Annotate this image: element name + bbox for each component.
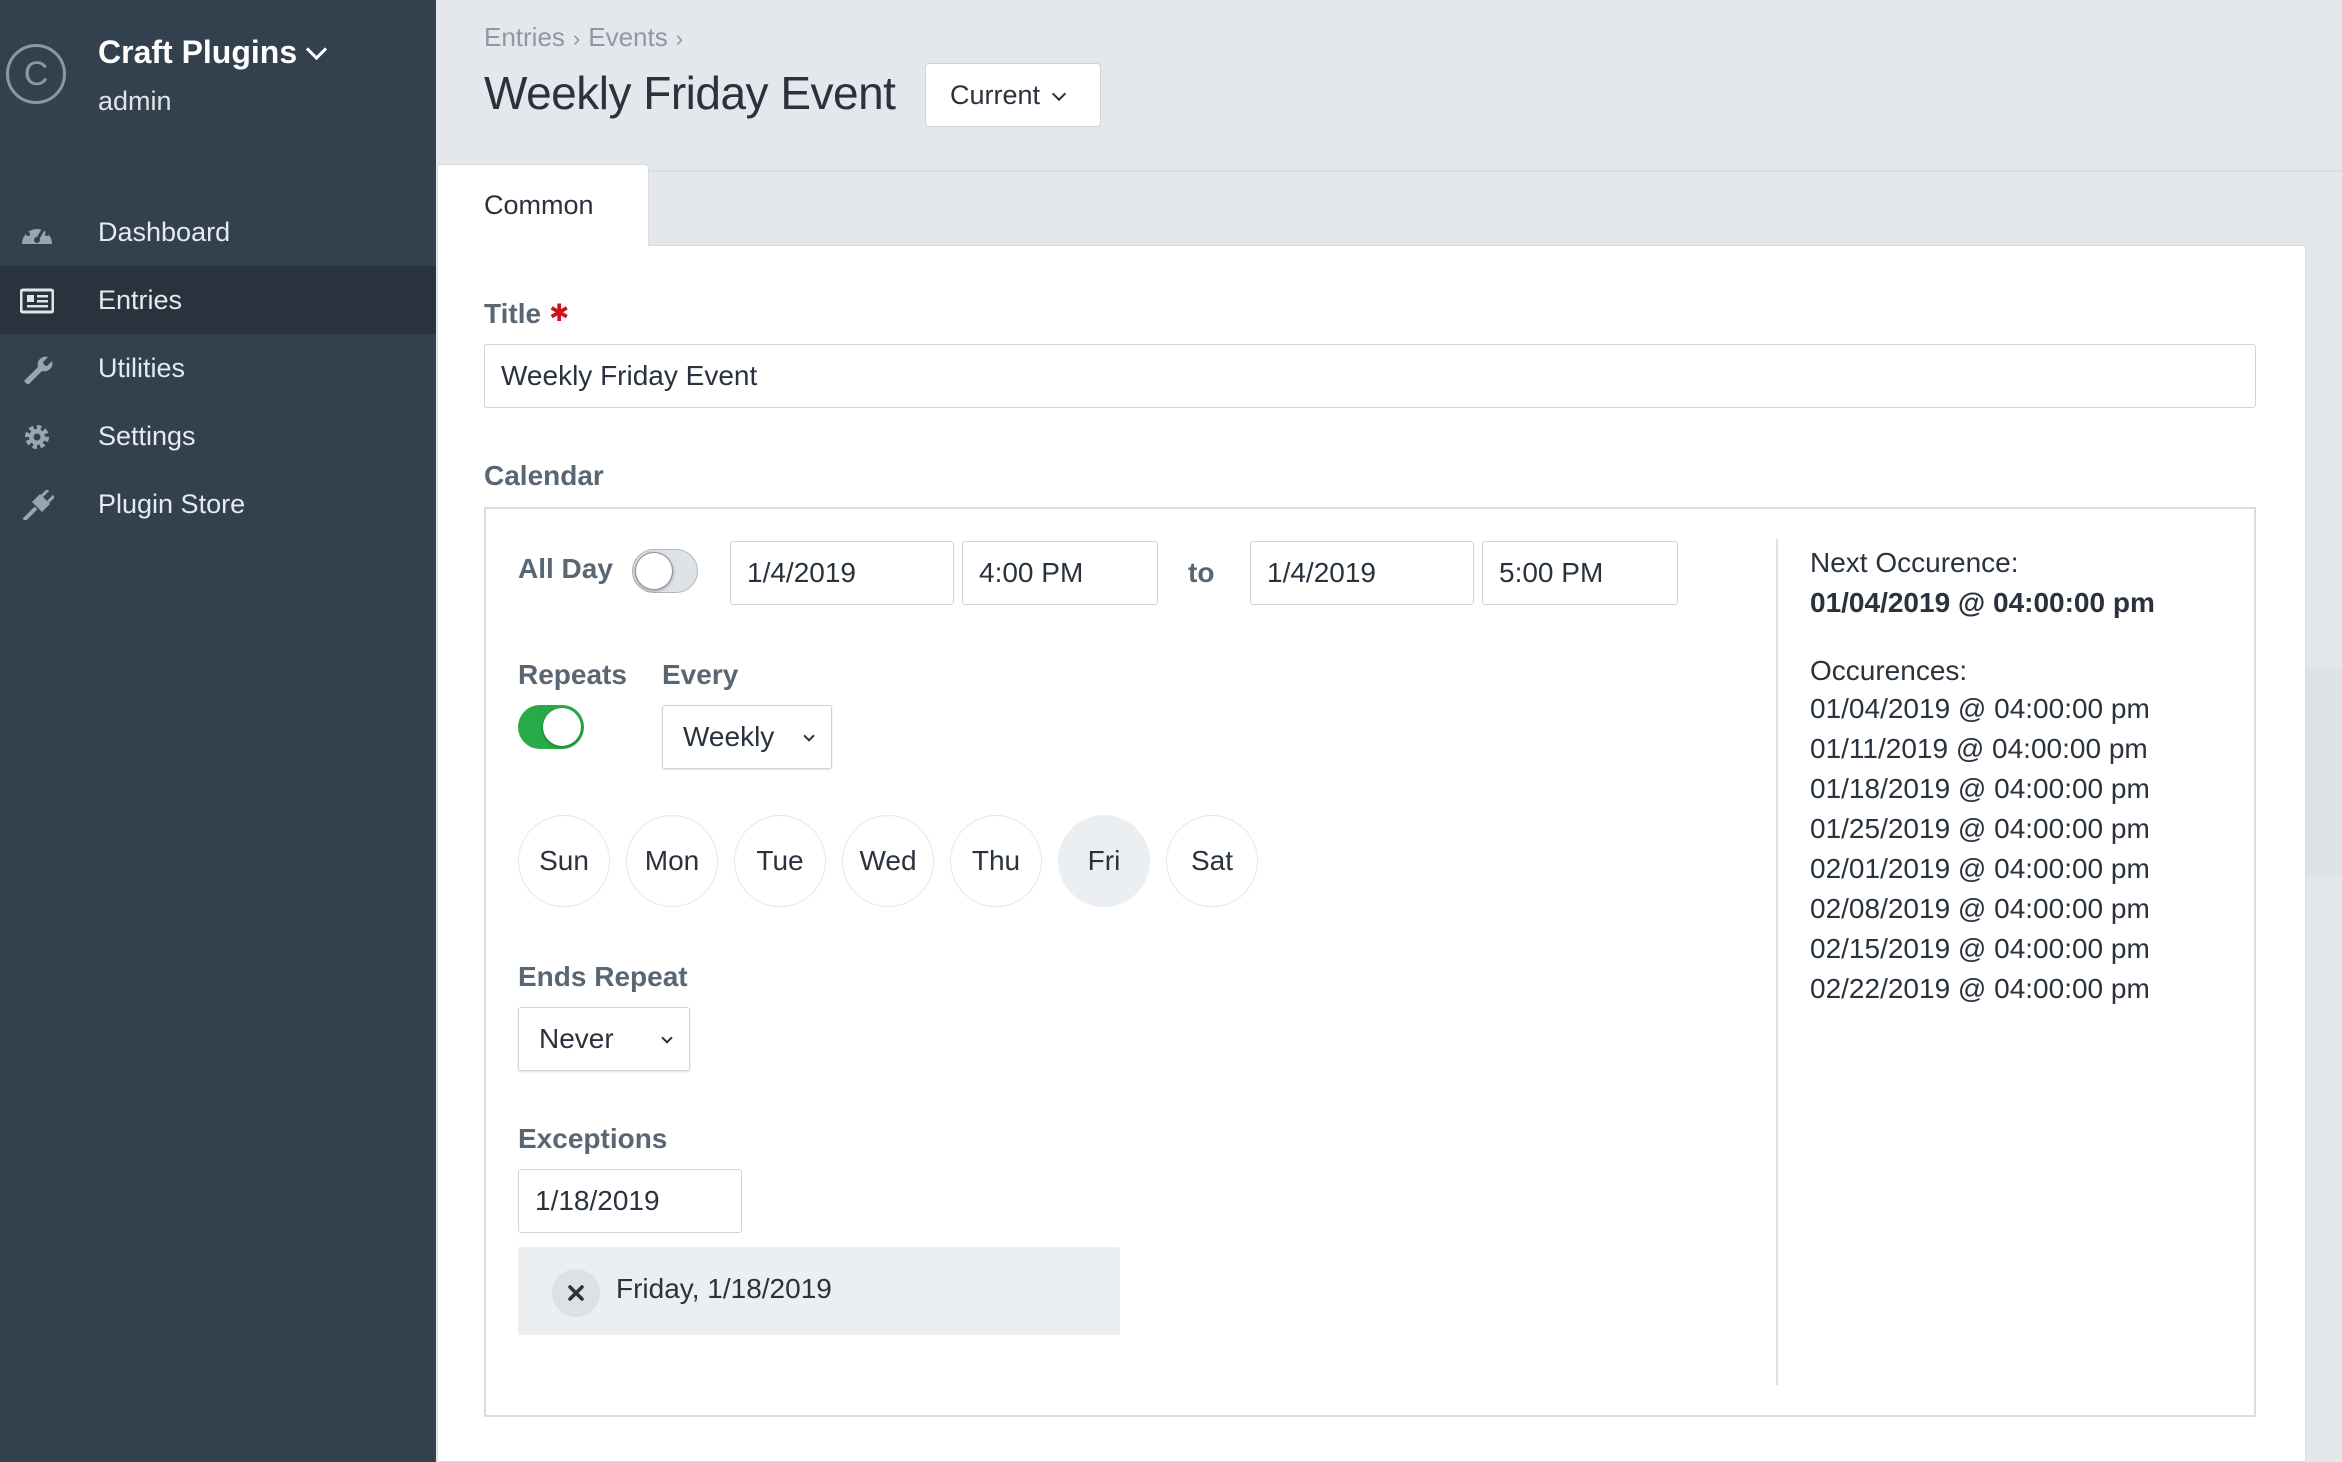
occurrence-item: 02/01/2019 @ 04:00:00 pm — [1810, 853, 2150, 884]
page-title: Weekly Friday Event — [484, 67, 896, 119]
exception-date-input[interactable]: 1/18/2019 — [518, 1169, 742, 1233]
day-tue[interactable]: Tue — [734, 815, 826, 907]
next-occurrence-value: 01/04/2019 @ 04:00:00 pm — [1810, 587, 2155, 618]
tab-bar-border — [436, 170, 2342, 172]
ends-repeat-label: Ends Repeat — [518, 961, 688, 992]
exception-item: Friday, 1/18/2019 — [518, 1247, 1120, 1335]
sidebar-item-settings[interactable]: Settings — [0, 402, 436, 470]
remove-exception-button[interactable] — [552, 1269, 600, 1317]
chevron-down-icon — [306, 38, 328, 61]
calendar-field: All Day 1/4/2019 4:00 PM to 1/4/2019 5:0… — [484, 507, 2256, 1417]
sidebar-item-label: Dashboard — [98, 217, 231, 247]
sidebar-item-label: Entries — [98, 285, 183, 315]
breadcrumb-separator: › — [572, 26, 581, 51]
occurrence-item: 02/15/2019 @ 04:00:00 pm — [1810, 933, 2150, 964]
title-label: Title ✱ — [484, 298, 569, 330]
sidebar-item-label: Utilities — [98, 353, 186, 383]
site-switcher[interactable]: Craft Plugins — [98, 34, 328, 71]
frequency-value: Weekly — [683, 721, 775, 752]
required-icon: ✱ — [549, 300, 570, 327]
exception-label: Friday, 1/18/2019 — [616, 1273, 832, 1304]
start-date-input[interactable]: 1/4/2019 — [730, 541, 954, 605]
day-sun[interactable]: Sun — [518, 815, 610, 907]
occurrences-list: 01/04/2019 @ 04:00:00 pm 01/11/2019 @ 04… — [1810, 689, 2150, 1009]
title-label-text: Title — [484, 298, 542, 329]
ends-repeat-select[interactable]: Never — [518, 1007, 690, 1071]
sidebar-item-utilities[interactable]: Utilities — [0, 334, 436, 402]
start-time-input[interactable]: 4:00 PM — [962, 541, 1158, 605]
day-sat[interactable]: Sat — [1166, 815, 1258, 907]
repeats-toggle[interactable] — [518, 705, 584, 749]
day-thu[interactable]: Thu — [950, 815, 1042, 907]
chevron-down-icon — [803, 730, 815, 742]
sidebar-item-dashboard[interactable]: Dashboard — [0, 198, 436, 266]
sidebar-item-entries[interactable]: Entries — [0, 266, 436, 334]
to-label: to — [1188, 557, 1215, 588]
site-logo[interactable]: C — [6, 44, 66, 104]
plug-icon — [22, 490, 54, 520]
entries-icon — [20, 288, 54, 314]
chevron-down-icon — [1051, 86, 1067, 102]
toggle-knob — [543, 708, 581, 746]
gear-icon — [25, 425, 49, 449]
toggle-knob — [635, 552, 673, 590]
all-day-toggle[interactable] — [632, 549, 698, 593]
chevron-down-icon — [661, 1032, 673, 1044]
occurrence-item: 01/25/2019 @ 04:00:00 pm — [1810, 813, 2150, 844]
occurrence-item: 02/22/2019 @ 04:00:00 pm — [1810, 973, 2150, 1004]
end-date-input[interactable]: 1/4/2019 — [1250, 541, 1474, 605]
all-day-label: All Day — [518, 553, 613, 584]
column-divider — [1776, 539, 1778, 1385]
revision-label: Current — [950, 80, 1041, 110]
tab-common[interactable]: Common — [437, 164, 649, 246]
sidebar: C Craft Plugins admin Dashboard Entries — [0, 0, 436, 1462]
revision-menu-button[interactable]: Current — [925, 63, 1101, 127]
occurrence-item: 01/04/2019 @ 04:00:00 pm — [1810, 693, 2150, 724]
breadcrumb-events[interactable]: Events — [588, 22, 668, 52]
every-label: Every — [662, 659, 739, 690]
title-input[interactable]: Weekly Friday Event — [484, 344, 2256, 408]
breadcrumb-separator: › — [675, 26, 684, 51]
current-user[interactable]: admin — [98, 86, 172, 117]
main-nav: Dashboard Entries Utilities Settings Plu… — [0, 198, 436, 538]
occurrences-label: Occurences: — [1810, 655, 1968, 686]
occurrence-item: 01/18/2019 @ 04:00:00 pm — [1810, 773, 2150, 804]
close-icon — [568, 1285, 584, 1301]
breadcrumb-entries[interactable]: Entries — [484, 22, 565, 52]
sidebar-item-plugin-store[interactable]: Plugin Store — [0, 470, 436, 538]
sidebar-item-label: Settings — [98, 421, 196, 451]
frequency-select[interactable]: Weekly — [662, 705, 832, 769]
next-occurrence-label: Next Occurence: — [1810, 547, 2019, 578]
scrollbar[interactable] — [2306, 668, 2342, 876]
breadcrumb: Entries › Events › — [484, 22, 691, 53]
repeats-label: Repeats — [518, 659, 627, 690]
ends-repeat-value: Never — [539, 1023, 614, 1054]
sidebar-item-label: Plugin Store — [98, 489, 246, 519]
site-name: Craft Plugins — [98, 34, 298, 70]
occurrence-item: 01/11/2019 @ 04:00:00 pm — [1810, 733, 2148, 764]
occurrence-item: 02/08/2019 @ 04:00:00 pm — [1810, 893, 2150, 924]
calendar-label: Calendar — [484, 460, 604, 491]
exceptions-label: Exceptions — [518, 1123, 668, 1154]
day-wed[interactable]: Wed — [842, 815, 934, 907]
dashboard-icon — [22, 223, 52, 244]
wrench-icon — [24, 356, 53, 384]
end-time-input[interactable]: 5:00 PM — [1482, 541, 1678, 605]
day-mon[interactable]: Mon — [626, 815, 718, 907]
day-fri[interactable]: Fri — [1058, 815, 1150, 907]
